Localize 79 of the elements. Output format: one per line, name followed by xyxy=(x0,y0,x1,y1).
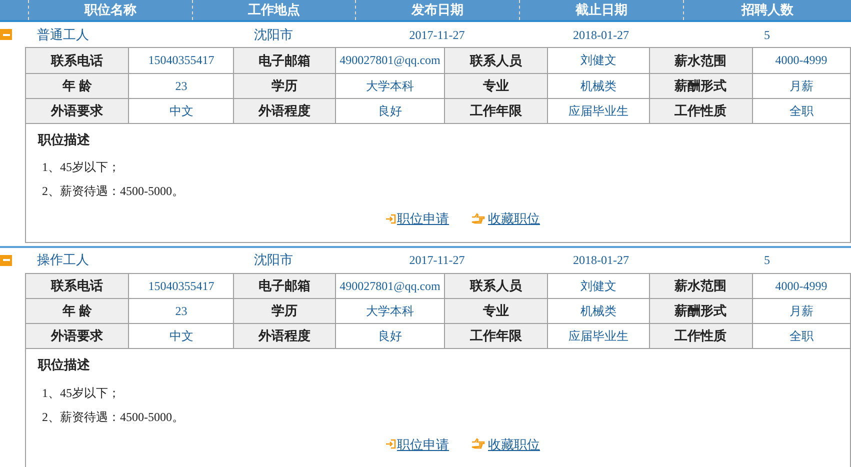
field-label: 工作性质 xyxy=(649,98,752,123)
description-line: 2、薪资待遇：4500-5000。 xyxy=(41,408,185,426)
field-value: 大学本科 xyxy=(336,73,445,98)
field-value: 机械类 xyxy=(547,73,650,98)
deadline-date: 2018-01-27 xyxy=(573,253,629,267)
field-value: 490027801@qq.com xyxy=(336,274,445,298)
field-value: 4000-4999 xyxy=(752,48,850,73)
location-text: 沈阳市 xyxy=(254,26,293,42)
field-value: 刘健文 xyxy=(547,274,650,298)
field-value: 中文 xyxy=(128,98,234,123)
deadline-date: 2018-01-27 xyxy=(573,28,629,42)
column-header: 招聘人数 xyxy=(683,0,851,20)
field-label: 工作年限 xyxy=(444,98,548,123)
collapse-icon[interactable] xyxy=(0,29,12,40)
field-value: 良好 xyxy=(336,324,445,348)
field-label: 外语程度 xyxy=(234,98,336,123)
field-value: 全职 xyxy=(752,324,850,348)
column-header: 职位名称 xyxy=(28,0,192,20)
field-value: 大学本科 xyxy=(336,298,445,324)
description-heading: 职位描述 xyxy=(38,130,91,148)
apply-link[interactable]: 职位申请 xyxy=(397,209,449,228)
field-value: 490027801@qq.com xyxy=(336,48,445,73)
field-label: 工作年限 xyxy=(444,324,548,348)
field-value: 23 xyxy=(128,73,234,98)
description-line: 2、薪资待遇：4500-5000。 xyxy=(41,183,185,200)
apply-link[interactable]: 职位申请 xyxy=(397,434,449,454)
field-label: 薪酬形式 xyxy=(649,298,752,324)
collapse-icon[interactable] xyxy=(0,254,12,266)
field-value: 15040355417 xyxy=(128,274,234,298)
field-label: 薪水范围 xyxy=(649,48,752,73)
field-value: 23 xyxy=(128,298,234,324)
openings-count: 5 xyxy=(764,253,770,267)
pointing-hand-icon xyxy=(471,438,486,450)
field-label: 专业 xyxy=(444,298,548,324)
field-value: 刘健文 xyxy=(547,48,650,73)
enter-arrow-icon xyxy=(385,439,396,450)
field-label: 外语要求 xyxy=(26,324,129,348)
field-label: 工作性质 xyxy=(649,324,752,348)
save-link[interactable]: 收藏职位 xyxy=(488,434,540,454)
description-line: 1、45岁以下； xyxy=(41,384,121,402)
job-title-link[interactable]: 普通工人 xyxy=(37,26,89,42)
field-value: 良好 xyxy=(336,98,445,123)
field-label: 薪水范围 xyxy=(649,274,752,298)
field-value: 中文 xyxy=(128,324,234,348)
field-label: 专业 xyxy=(444,73,548,98)
openings-count: 5 xyxy=(764,28,770,42)
field-value: 机械类 xyxy=(547,298,650,324)
location-text: 沈阳市 xyxy=(254,252,293,268)
field-label: 联系电话 xyxy=(26,48,129,73)
field-value: 应届毕业生 xyxy=(547,324,650,348)
field-label: 联系人员 xyxy=(444,274,548,298)
field-label: 电子邮箱 xyxy=(234,274,336,298)
field-label: 学历 xyxy=(234,73,336,98)
field-value: 月薪 xyxy=(752,298,850,324)
field-value: 15040355417 xyxy=(128,48,234,73)
column-header: 截止日期 xyxy=(519,0,683,20)
field-label: 联系电话 xyxy=(26,274,129,298)
field-value: 全职 xyxy=(752,98,850,123)
field-label: 薪酬形式 xyxy=(649,73,752,98)
field-label: 联系人员 xyxy=(444,48,548,73)
job-title-link[interactable]: 操作工人 xyxy=(37,252,89,268)
field-label: 年 龄 xyxy=(26,73,129,98)
description-heading: 职位描述 xyxy=(38,356,91,374)
save-link[interactable]: 收藏职位 xyxy=(488,209,540,228)
column-header: 发布日期 xyxy=(355,0,519,20)
enter-arrow-icon xyxy=(385,214,396,224)
field-value: 4000-4999 xyxy=(752,274,850,298)
field-value: 应届毕业生 xyxy=(547,98,650,123)
publish-date: 2017-11-27 xyxy=(409,253,465,267)
publish-date: 2017-11-27 xyxy=(409,28,465,42)
field-label: 外语程度 xyxy=(234,324,336,348)
field-label: 年 龄 xyxy=(26,298,129,324)
column-header: 工作地点 xyxy=(192,0,355,20)
description-line: 1、45岁以下； xyxy=(41,159,121,176)
pointing-hand-icon xyxy=(471,212,486,225)
field-value: 月薪 xyxy=(752,73,850,98)
field-label: 电子邮箱 xyxy=(234,48,336,73)
field-label: 学历 xyxy=(234,298,336,324)
field-label: 外语要求 xyxy=(26,98,129,123)
